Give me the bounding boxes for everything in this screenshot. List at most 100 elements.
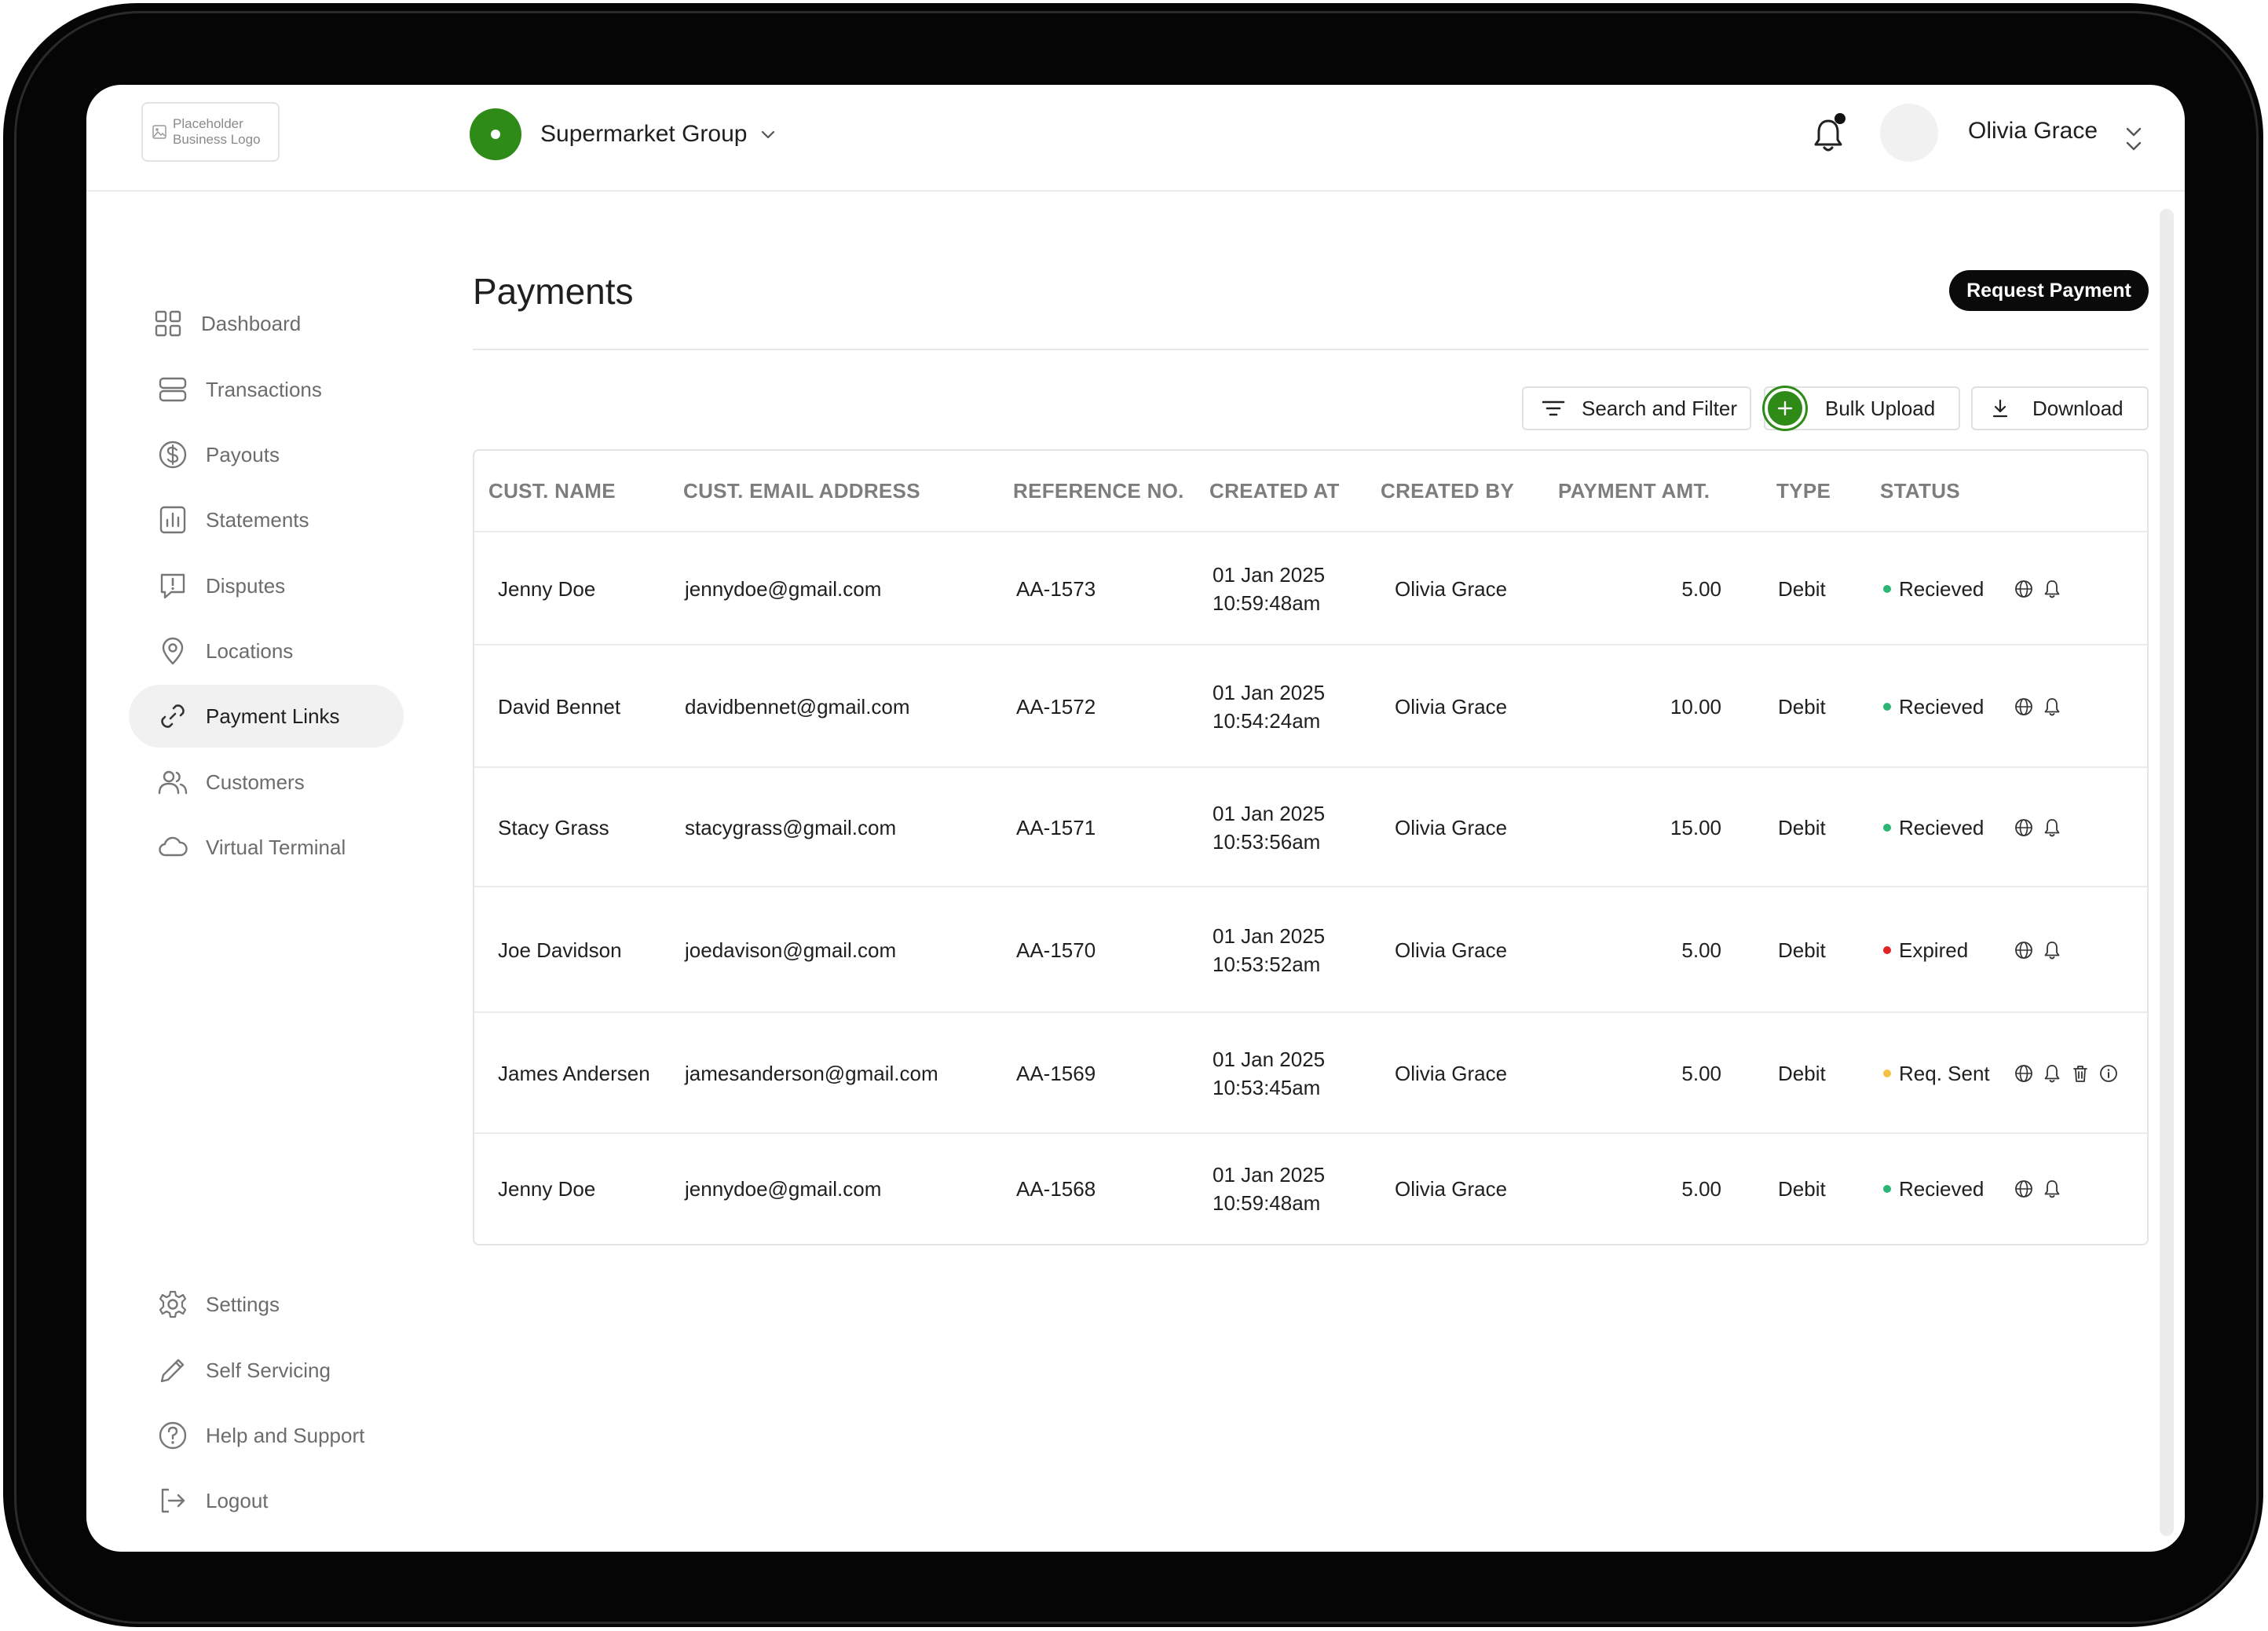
bulk-upload-label: Bulk Upload — [1825, 396, 1936, 420]
created-time: 10:53:45am — [1213, 1076, 1321, 1099]
table-row[interactable]: Jenny Doe jennydoe@gmail.com AA-1568 01 Jan… — [474, 1134, 2147, 1244]
download-button[interactable]: Download — [1971, 386, 2149, 430]
payment-amount-cell: 5.00 — [1681, 938, 1721, 962]
status-dot — [1883, 1185, 1891, 1193]
sidebar-item-label: Self Servicing — [206, 1358, 331, 1382]
globe-icon[interactable] — [2014, 697, 2034, 721]
cust-name-cell: James Andersen — [498, 1062, 650, 1085]
bell-icon[interactable] — [2042, 1179, 2062, 1203]
cust-name-cell: Jenny Doe — [498, 1177, 596, 1201]
reference-cell: AA-1568 — [1016, 1177, 1096, 1201]
sidebar-item-virtual-terminal[interactable]: Virtual Terminal — [129, 816, 404, 879]
sidebar-item-disputes[interactable]: Disputes — [129, 554, 404, 617]
sidebar-item-transactions[interactable]: Transactions — [129, 358, 404, 421]
bell-icon[interactable] — [2042, 817, 2062, 842]
sidebar-item-statements[interactable]: Statements — [129, 488, 404, 551]
bell-icon[interactable] — [2042, 579, 2062, 603]
row-actions — [2014, 1063, 2119, 1088]
sidebar-item-locations[interactable]: Locations — [129, 620, 404, 682]
globe-icon[interactable] — [2014, 817, 2034, 842]
org-name: Supermarket Group — [540, 121, 748, 147]
table-row[interactable]: Joe Davidson joedavison@gmail.com AA-1570 0… — [474, 887, 2147, 1013]
bell-icon[interactable] — [2042, 1063, 2062, 1088]
sidebar-item-label: Customers — [206, 770, 305, 794]
created-by-cell: Olivia Grace — [1395, 695, 1508, 719]
sidebar-item-payouts[interactable]: Payouts — [129, 423, 404, 486]
sidebar-item-label: Virtual Terminal — [206, 835, 346, 859]
bell-icon[interactable] — [2042, 940, 2062, 964]
table-row[interactable]: Stacy Grass stacygrass@gmail.com AA-1571 01… — [474, 768, 2147, 887]
grid-icon — [155, 310, 181, 337]
logout-icon — [161, 1488, 185, 1513]
payments-table: CUST. NAME CUST. EMAIL ADDRESS REFERENCE… — [473, 449, 2149, 1245]
type-cell: Debit — [1778, 938, 1826, 962]
table-row[interactable]: David Bennet davidbennet@gmail.com AA-1572… — [474, 645, 2147, 768]
column-header-status[interactable]: STATUS — [1880, 479, 1960, 503]
cust-name-cell: Stacy Grass — [498, 816, 609, 839]
globe-icon[interactable] — [2014, 1063, 2034, 1088]
org-switcher[interactable]: Supermarket Group — [470, 108, 777, 160]
created-at-cell: 01 Jan 2025 10:53:52am — [1213, 922, 1325, 978]
column-header-type[interactable]: TYPE — [1776, 479, 1831, 503]
link-icon — [161, 704, 185, 728]
row-actions — [2014, 697, 2062, 721]
column-header-created-by[interactable]: CREATED BY — [1381, 479, 1514, 503]
bell-icon[interactable] — [2042, 697, 2062, 721]
cust-email-cell: davidbennet@gmail.com — [685, 695, 910, 719]
cust-email-cell: jennydoe@gmail.com — [685, 577, 882, 601]
status-badge: Req. Sent — [1883, 1059, 1990, 1088]
sidebar-item-customers[interactable]: Customers — [129, 751, 404, 814]
cust-name-cell: Joe Davidson — [498, 938, 622, 962]
column-header-payment-amt[interactable]: PAYMENT AMT. — [1558, 479, 1710, 503]
column-header-cust-email[interactable]: CUST. EMAIL ADDRESS — [683, 479, 920, 503]
created-date: 01 Jan 2025 — [1213, 924, 1326, 948]
sidebar-item-dashboard[interactable]: Dashboard — [129, 292, 404, 355]
created-time: 10:53:52am — [1213, 953, 1321, 976]
payment-amount-cell: 5.00 — [1681, 577, 1721, 601]
globe-icon[interactable] — [2014, 1179, 2034, 1203]
user-name[interactable]: Olivia Grace — [1968, 118, 2098, 144]
sidebar-item-label: Transactions — [206, 377, 322, 401]
sidebar-item-payment-links[interactable]: Payment Links — [129, 685, 404, 748]
gear-icon — [159, 1290, 187, 1318]
trash-icon[interactable] — [2070, 1063, 2091, 1088]
row-actions — [2014, 579, 2062, 603]
table-row[interactable]: James Andersen jamesanderson@gmail.com AA-… — [474, 1013, 2147, 1134]
type-cell: Debit — [1778, 816, 1826, 839]
table-row[interactable]: Jenny Doe jennydoe@gmail.com AA-1573 01 Jan… — [474, 532, 2147, 645]
chart-icon — [159, 506, 186, 534]
status-dot — [1883, 1070, 1891, 1077]
info-icon[interactable] — [2098, 1063, 2119, 1088]
sidebar-item-label: Statements — [206, 507, 309, 532]
column-header-created-at[interactable]: CREATED AT — [1209, 479, 1340, 503]
created-time: 10:59:48am — [1213, 1191, 1321, 1215]
sidebar-item-self-servicing[interactable]: Self Servicing — [129, 1339, 404, 1402]
search-and-filter-button[interactable]: Search and Filter — [1522, 386, 1751, 430]
globe-icon[interactable] — [2014, 940, 2034, 964]
globe-icon[interactable] — [2014, 579, 2034, 603]
created-date: 01 Jan 2025 — [1213, 563, 1326, 587]
sidebar-item-label: Locations — [206, 638, 294, 663]
org-avatar — [470, 108, 521, 160]
chevron-up-down-icon[interactable] — [2124, 121, 2144, 155]
payment-amount-cell: 5.00 — [1681, 1177, 1721, 1201]
sidebar-item-help-and-support[interactable]: Help and Support — [129, 1404, 404, 1467]
payment-amount-cell: 10.00 — [1670, 695, 1721, 719]
vertical-scrollbar[interactable] — [2160, 209, 2174, 1536]
business-logo[interactable]: Placeholder Business Logo — [141, 102, 280, 162]
sidebar-item-label: Disputes — [206, 573, 286, 598]
status-label: Recieved — [1899, 577, 1985, 601]
request-payment-button[interactable]: Request Payment — [1949, 270, 2149, 311]
user-avatar[interactable] — [1880, 104, 1938, 162]
type-cell: Debit — [1778, 1177, 1826, 1201]
sidebar-item-label: Settings — [206, 1292, 280, 1316]
sidebar-item-logout[interactable]: Logout — [129, 1469, 404, 1532]
logo-text: Placeholder Business Logo — [173, 116, 261, 147]
bulk-upload-button[interactable]: Bulk Upload — [1762, 386, 1960, 431]
column-header-reference[interactable]: REFERENCE NO. — [1013, 479, 1184, 503]
sidebar-item-settings[interactable]: Settings — [129, 1273, 404, 1336]
rows-icon — [159, 377, 187, 402]
reference-cell: AA-1573 — [1016, 577, 1096, 601]
column-header-cust-name[interactable]: CUST. NAME — [488, 479, 616, 503]
created-by-cell: Olivia Grace — [1395, 816, 1508, 839]
